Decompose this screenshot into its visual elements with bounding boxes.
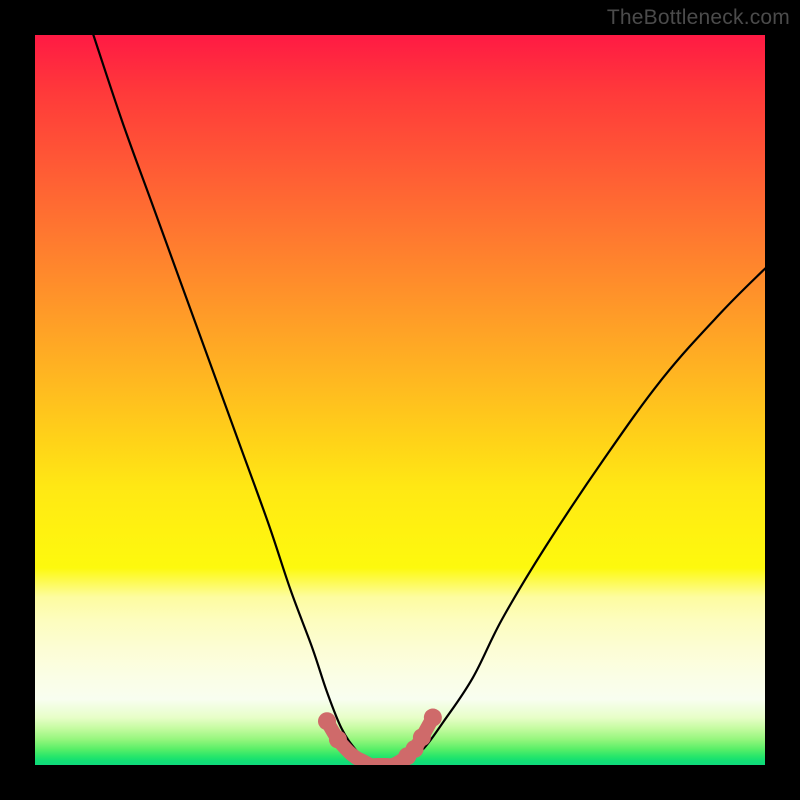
marker-dot	[413, 728, 431, 746]
marker-dot	[329, 730, 347, 748]
marker-dot	[318, 712, 336, 730]
chart-svg	[35, 35, 765, 765]
watermark-label: TheBottleneck.com	[607, 6, 790, 30]
bottleneck-curve-path	[93, 35, 765, 765]
plot-area	[35, 35, 765, 765]
marker-dot	[424, 709, 442, 727]
bottleneck-curve	[93, 35, 765, 765]
chart-frame: TheBottleneck.com	[0, 0, 800, 800]
